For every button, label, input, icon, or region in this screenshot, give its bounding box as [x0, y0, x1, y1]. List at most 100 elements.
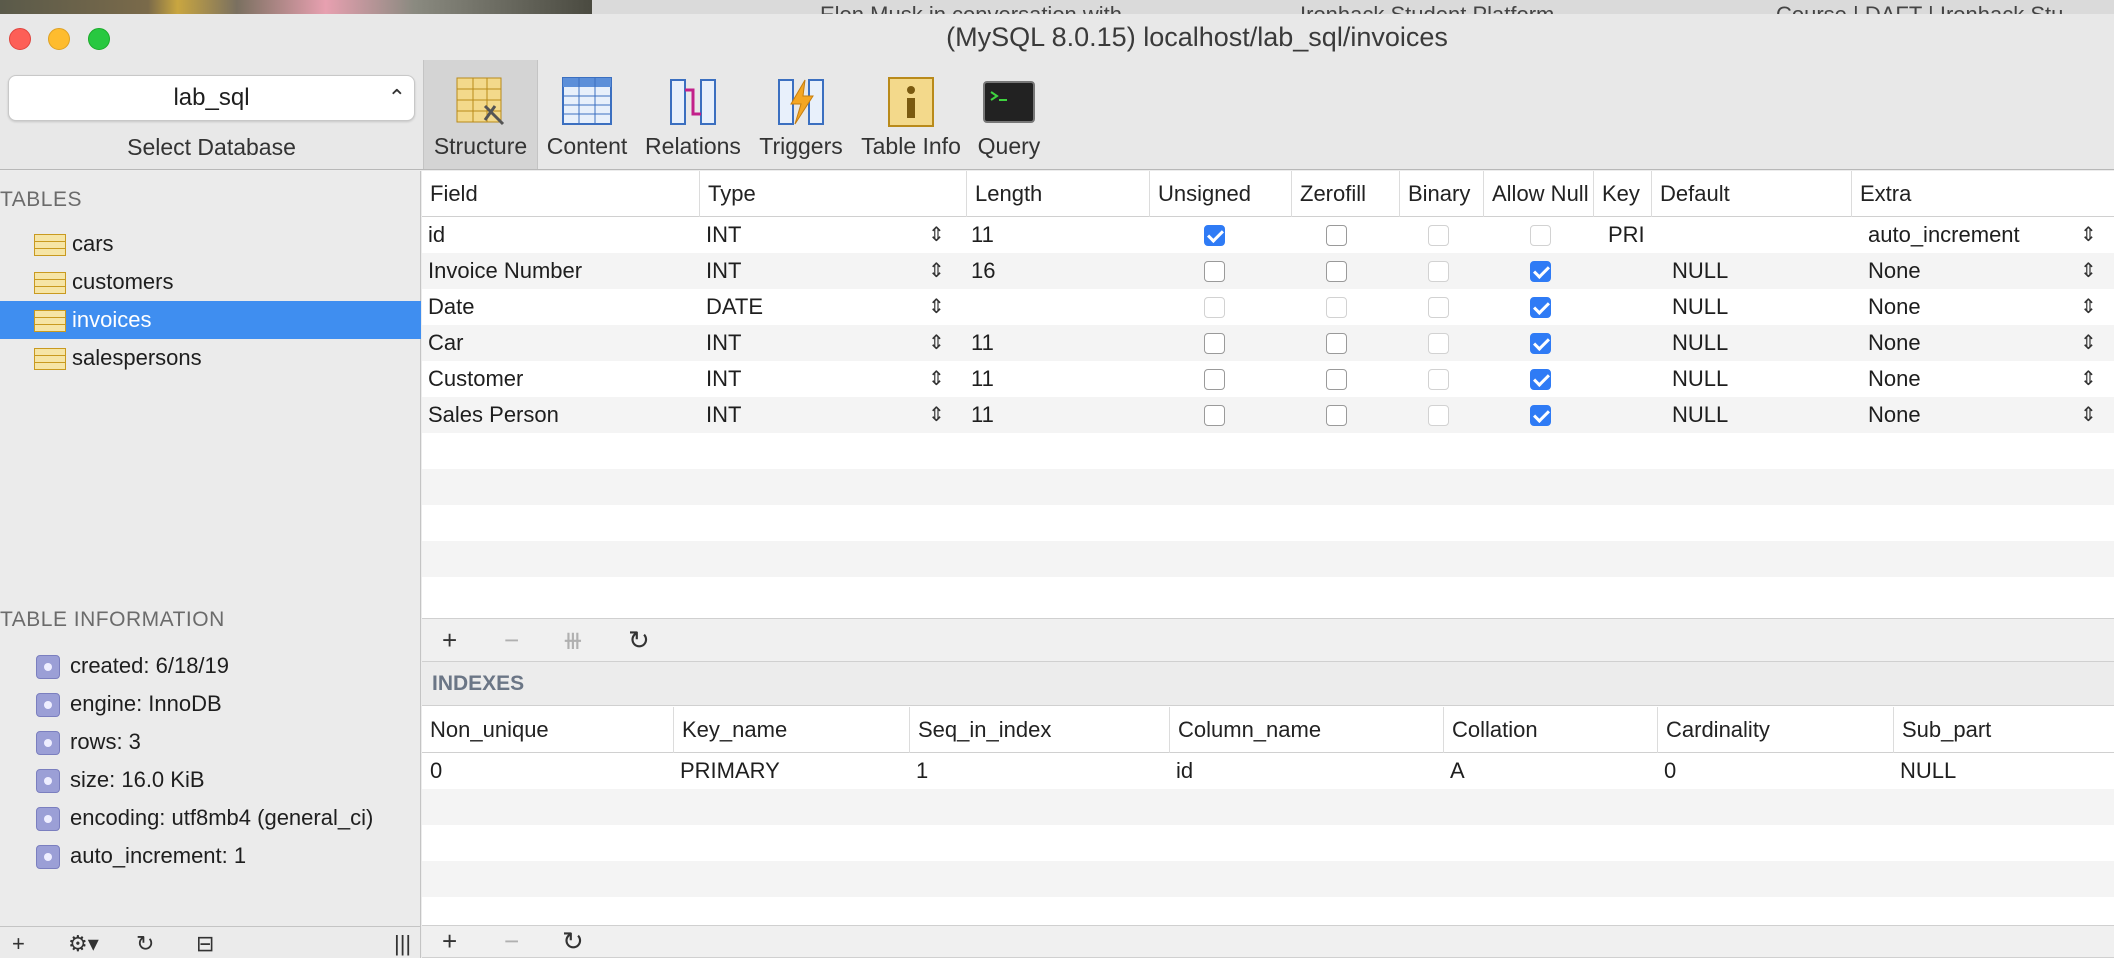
unsigned-checkbox[interactable]: [1204, 225, 1225, 246]
field-default[interactable]: NULL: [1666, 397, 1728, 433]
tab-query[interactable]: Query: [970, 60, 1048, 169]
tab-table-info[interactable]: Table Info: [852, 60, 970, 169]
binary-checkbox[interactable]: [1428, 225, 1449, 246]
field-extra[interactable]: None: [1862, 253, 1921, 289]
field-type[interactable]: INT: [700, 325, 741, 361]
sidebar-item-customers[interactable]: customers: [0, 263, 421, 301]
zerofill-checkbox[interactable]: [1326, 261, 1347, 282]
column-header-cardinality[interactable]: Cardinality: [1658, 707, 1894, 753]
field-name[interactable]: id: [422, 217, 445, 253]
field-default[interactable]: NULL: [1666, 289, 1728, 325]
unsigned-checkbox[interactable]: [1204, 405, 1225, 426]
allow-null-checkbox[interactable]: [1530, 369, 1551, 390]
extra-stepper-icon[interactable]: ⇕: [2080, 289, 2097, 325]
binary-checkbox[interactable]: [1428, 369, 1449, 390]
field-default[interactable]: NULL: [1666, 253, 1728, 289]
extra-stepper-icon[interactable]: ⇕: [2080, 253, 2097, 289]
extra-stepper-icon[interactable]: ⇕: [2080, 325, 2097, 361]
field-length[interactable]: [965, 289, 971, 325]
field-length[interactable]: 16: [965, 253, 995, 289]
remove-field-button[interactable]: −: [504, 625, 519, 656]
column-header-seq-in-index[interactable]: Seq_in_index: [910, 707, 1170, 753]
refresh-indexes-button[interactable]: ↻: [562, 926, 584, 957]
index-collation[interactable]: A: [1444, 753, 1465, 789]
zerofill-checkbox[interactable]: [1326, 333, 1347, 354]
field-name[interactable]: Sales Person: [422, 397, 559, 433]
field-type[interactable]: DATE: [700, 289, 763, 325]
binary-checkbox[interactable]: [1428, 297, 1449, 318]
allow-null-checkbox[interactable]: [1530, 297, 1551, 318]
table-row[interactable]: Invoice Number INT ⇕ 16 NULL None ⇕: [422, 253, 2114, 289]
field-length[interactable]: 11: [965, 361, 994, 397]
column-header-collation[interactable]: Collation: [1444, 707, 1658, 753]
table-row[interactable]: id INT ⇕ 11 PRI auto_increment ⇕: [422, 217, 2114, 253]
unsigned-checkbox[interactable]: [1204, 333, 1225, 354]
column-header-binary[interactable]: Binary: [1400, 171, 1484, 217]
type-stepper-icon[interactable]: ⇕: [928, 253, 945, 289]
binary-checkbox[interactable]: [1428, 261, 1449, 282]
column-header-sub-part[interactable]: Sub_part: [1894, 707, 2114, 753]
type-stepper-icon[interactable]: ⇕: [928, 361, 945, 397]
field-name[interactable]: Date: [422, 289, 474, 325]
field-length[interactable]: 11: [965, 397, 994, 433]
gear-icon[interactable]: ⚙▾: [68, 931, 99, 957]
field-extra[interactable]: auto_increment: [1862, 217, 2020, 253]
extra-stepper-icon[interactable]: ⇕: [2080, 217, 2097, 253]
allow-null-checkbox[interactable]: [1530, 261, 1551, 282]
sidebar-item-invoices[interactable]: invoices: [0, 301, 421, 339]
column-header-zerofill[interactable]: Zerofill: [1292, 171, 1400, 217]
unsigned-checkbox[interactable]: [1204, 297, 1225, 318]
database-select[interactable]: lab_sql ⌃: [8, 75, 415, 121]
zerofill-checkbox[interactable]: [1326, 405, 1347, 426]
column-header-extra[interactable]: Extra: [1852, 171, 2114, 217]
field-type[interactable]: INT: [700, 361, 741, 397]
field-key[interactable]: PRI: [1602, 217, 1645, 253]
allow-null-checkbox[interactable]: [1530, 333, 1551, 354]
index-key-name[interactable]: PRIMARY: [674, 753, 780, 789]
column-header-length[interactable]: Length: [967, 171, 1150, 217]
field-name[interactable]: Car: [422, 325, 463, 361]
field-default[interactable]: NULL: [1666, 325, 1728, 361]
tab-triggers[interactable]: Triggers: [750, 60, 852, 169]
field-name[interactable]: Customer: [422, 361, 523, 397]
refresh-fields-button[interactable]: ↻: [628, 625, 650, 656]
column-header-default[interactable]: Default: [1652, 171, 1852, 217]
duplicate-field-button[interactable]: ⧻: [562, 625, 584, 656]
column-header-column-name[interactable]: Column_name: [1170, 707, 1444, 753]
field-extra[interactable]: None: [1862, 361, 1921, 397]
extra-stepper-icon[interactable]: ⇕: [2080, 361, 2097, 397]
unsigned-checkbox[interactable]: [1204, 369, 1225, 390]
field-default[interactable]: [1666, 217, 1672, 253]
table-row[interactable]: Sales Person INT ⇕ 11 NULL None ⇕: [422, 397, 2114, 433]
zerofill-checkbox[interactable]: [1326, 369, 1347, 390]
binary-checkbox[interactable]: [1428, 405, 1449, 426]
column-header-type[interactable]: Type: [700, 171, 967, 217]
allow-null-checkbox[interactable]: [1530, 405, 1551, 426]
unsigned-checkbox[interactable]: [1204, 261, 1225, 282]
field-length[interactable]: 11: [965, 325, 994, 361]
field-type[interactable]: INT: [700, 217, 741, 253]
allow-null-checkbox[interactable]: [1530, 225, 1551, 246]
index-cardinality[interactable]: 0: [1658, 753, 1676, 789]
resize-handle-icon[interactable]: |||: [394, 931, 411, 957]
remove-index-button[interactable]: −: [504, 926, 519, 957]
tab-relations[interactable]: Relations: [636, 60, 750, 169]
zerofill-checkbox[interactable]: [1326, 225, 1347, 246]
field-type[interactable]: INT: [700, 397, 741, 433]
type-stepper-icon[interactable]: ⇕: [928, 397, 945, 433]
sidebar-item-salespersons[interactable]: salespersons: [0, 339, 421, 377]
filter-icon[interactable]: ⊟: [196, 931, 214, 957]
refresh-icon[interactable]: ↻: [136, 931, 154, 957]
index-sub-part[interactable]: NULL: [1894, 753, 1956, 789]
column-header-non-unique[interactable]: Non_unique: [422, 707, 674, 753]
column-header-allow-null[interactable]: Allow Null: [1484, 171, 1594, 217]
field-extra[interactable]: None: [1862, 397, 1921, 433]
column-header-key[interactable]: Key: [1594, 171, 1652, 217]
extra-stepper-icon[interactable]: ⇕: [2080, 397, 2097, 433]
type-stepper-icon[interactable]: ⇕: [928, 217, 945, 253]
add-field-button[interactable]: +: [442, 625, 457, 656]
table-row[interactable]: Date DATE ⇕ NULL None ⇕: [422, 289, 2114, 325]
index-column-name[interactable]: id: [1170, 753, 1193, 789]
field-name[interactable]: Invoice Number: [422, 253, 582, 289]
add-index-button[interactable]: +: [442, 926, 457, 957]
